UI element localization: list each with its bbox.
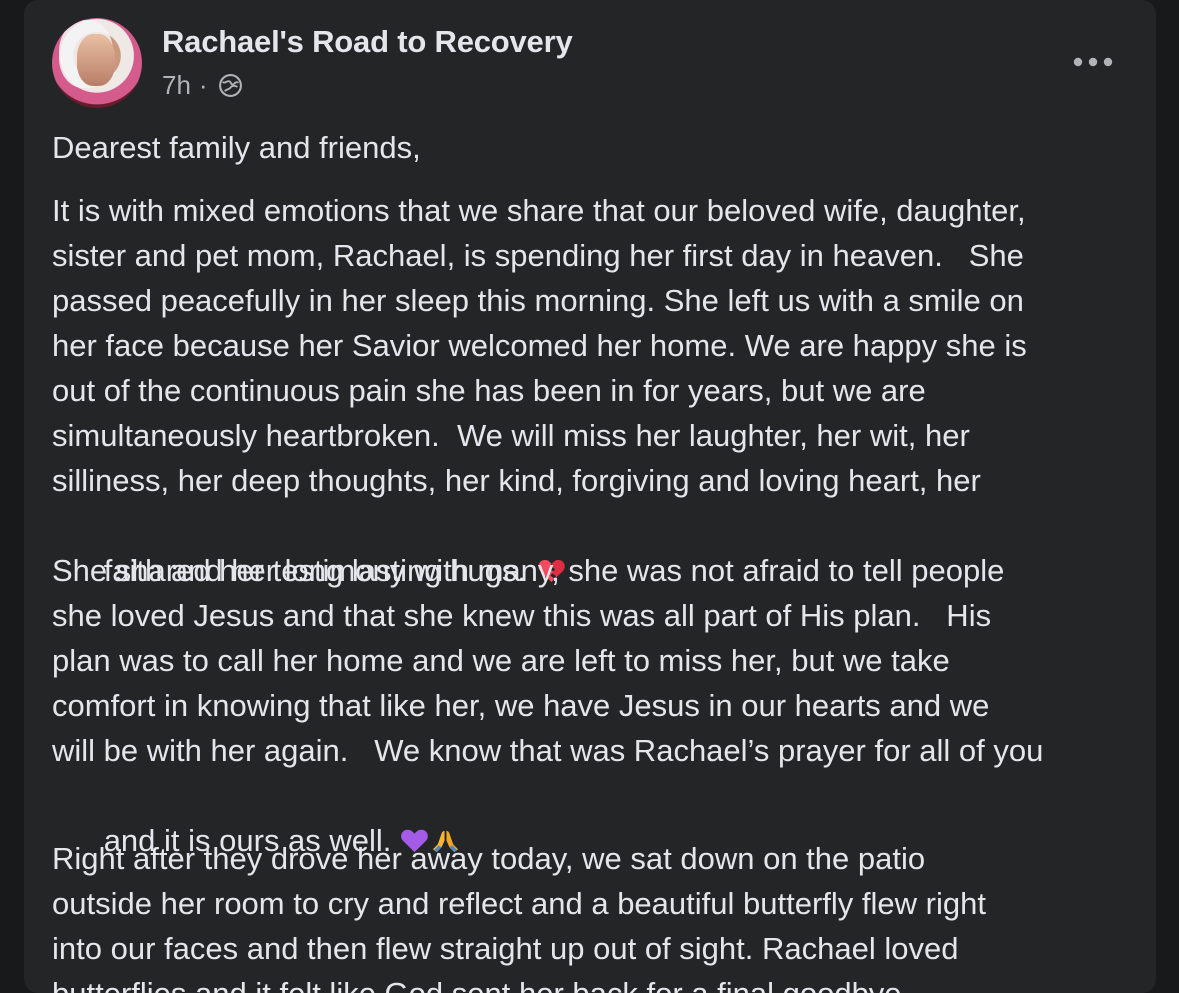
post-card: Rachael's Road to Recovery 7h · Dearest …: [24, 0, 1156, 993]
message-line: She shared her testimony with many, she …: [52, 553, 1005, 588]
message-line: comfort in knowing that like her, we hav…: [52, 688, 990, 723]
message-line: will be with her again. We know that was…: [52, 733, 1044, 768]
message-line: Dearest family and friends,: [52, 130, 421, 165]
message-line: plan was to call her home and we are lef…: [52, 643, 950, 678]
timestamp[interactable]: 7h: [162, 70, 191, 101]
more-options-button[interactable]: [1068, 47, 1118, 77]
message-line: Right after they drove her away today, w…: [52, 841, 926, 876]
message-line: outside her room to cry and reflect and …: [52, 886, 986, 921]
post-meta: 7h ·: [162, 70, 243, 101]
message-line: passed peacefully in her sleep this morn…: [52, 283, 1024, 318]
message-line: into our faces and then flew straight up…: [52, 931, 959, 966]
message-line: butterflies and it felt like God sent he…: [52, 971, 1137, 993]
avatar-photo: [77, 34, 115, 86]
message-line: It is with mixed emotions that we share …: [52, 193, 1026, 228]
message-line: sister and pet mom, Rachael, is spending…: [52, 238, 1024, 273]
message-line: her face because her Savior welcomed her…: [52, 328, 1027, 363]
message-line: silliness, her deep thoughts, her kind, …: [52, 463, 981, 498]
meta-separator: ·: [198, 70, 208, 100]
message-line: simultaneously heartbroken. We will miss…: [52, 418, 970, 453]
post-message: Dearest family and friends, It is with m…: [52, 125, 1137, 993]
post-header: Rachael's Road to Recovery 7h ·: [52, 18, 1136, 110]
message-line-with-broken-heart: faith and her long lasting hugs.: [52, 503, 1137, 588]
globe-icon[interactable]: [218, 73, 243, 98]
avatar[interactable]: [52, 18, 142, 108]
message-line-with-emojis: and it is ours as well.: [52, 773, 1137, 858]
author-name[interactable]: Rachael's Road to Recovery: [162, 24, 573, 60]
message-line: she loved Jesus and that she knew this w…: [52, 598, 992, 633]
message-line: out of the continuous pain she has been …: [52, 373, 926, 408]
more-horizontal-icon: [1073, 57, 1113, 67]
